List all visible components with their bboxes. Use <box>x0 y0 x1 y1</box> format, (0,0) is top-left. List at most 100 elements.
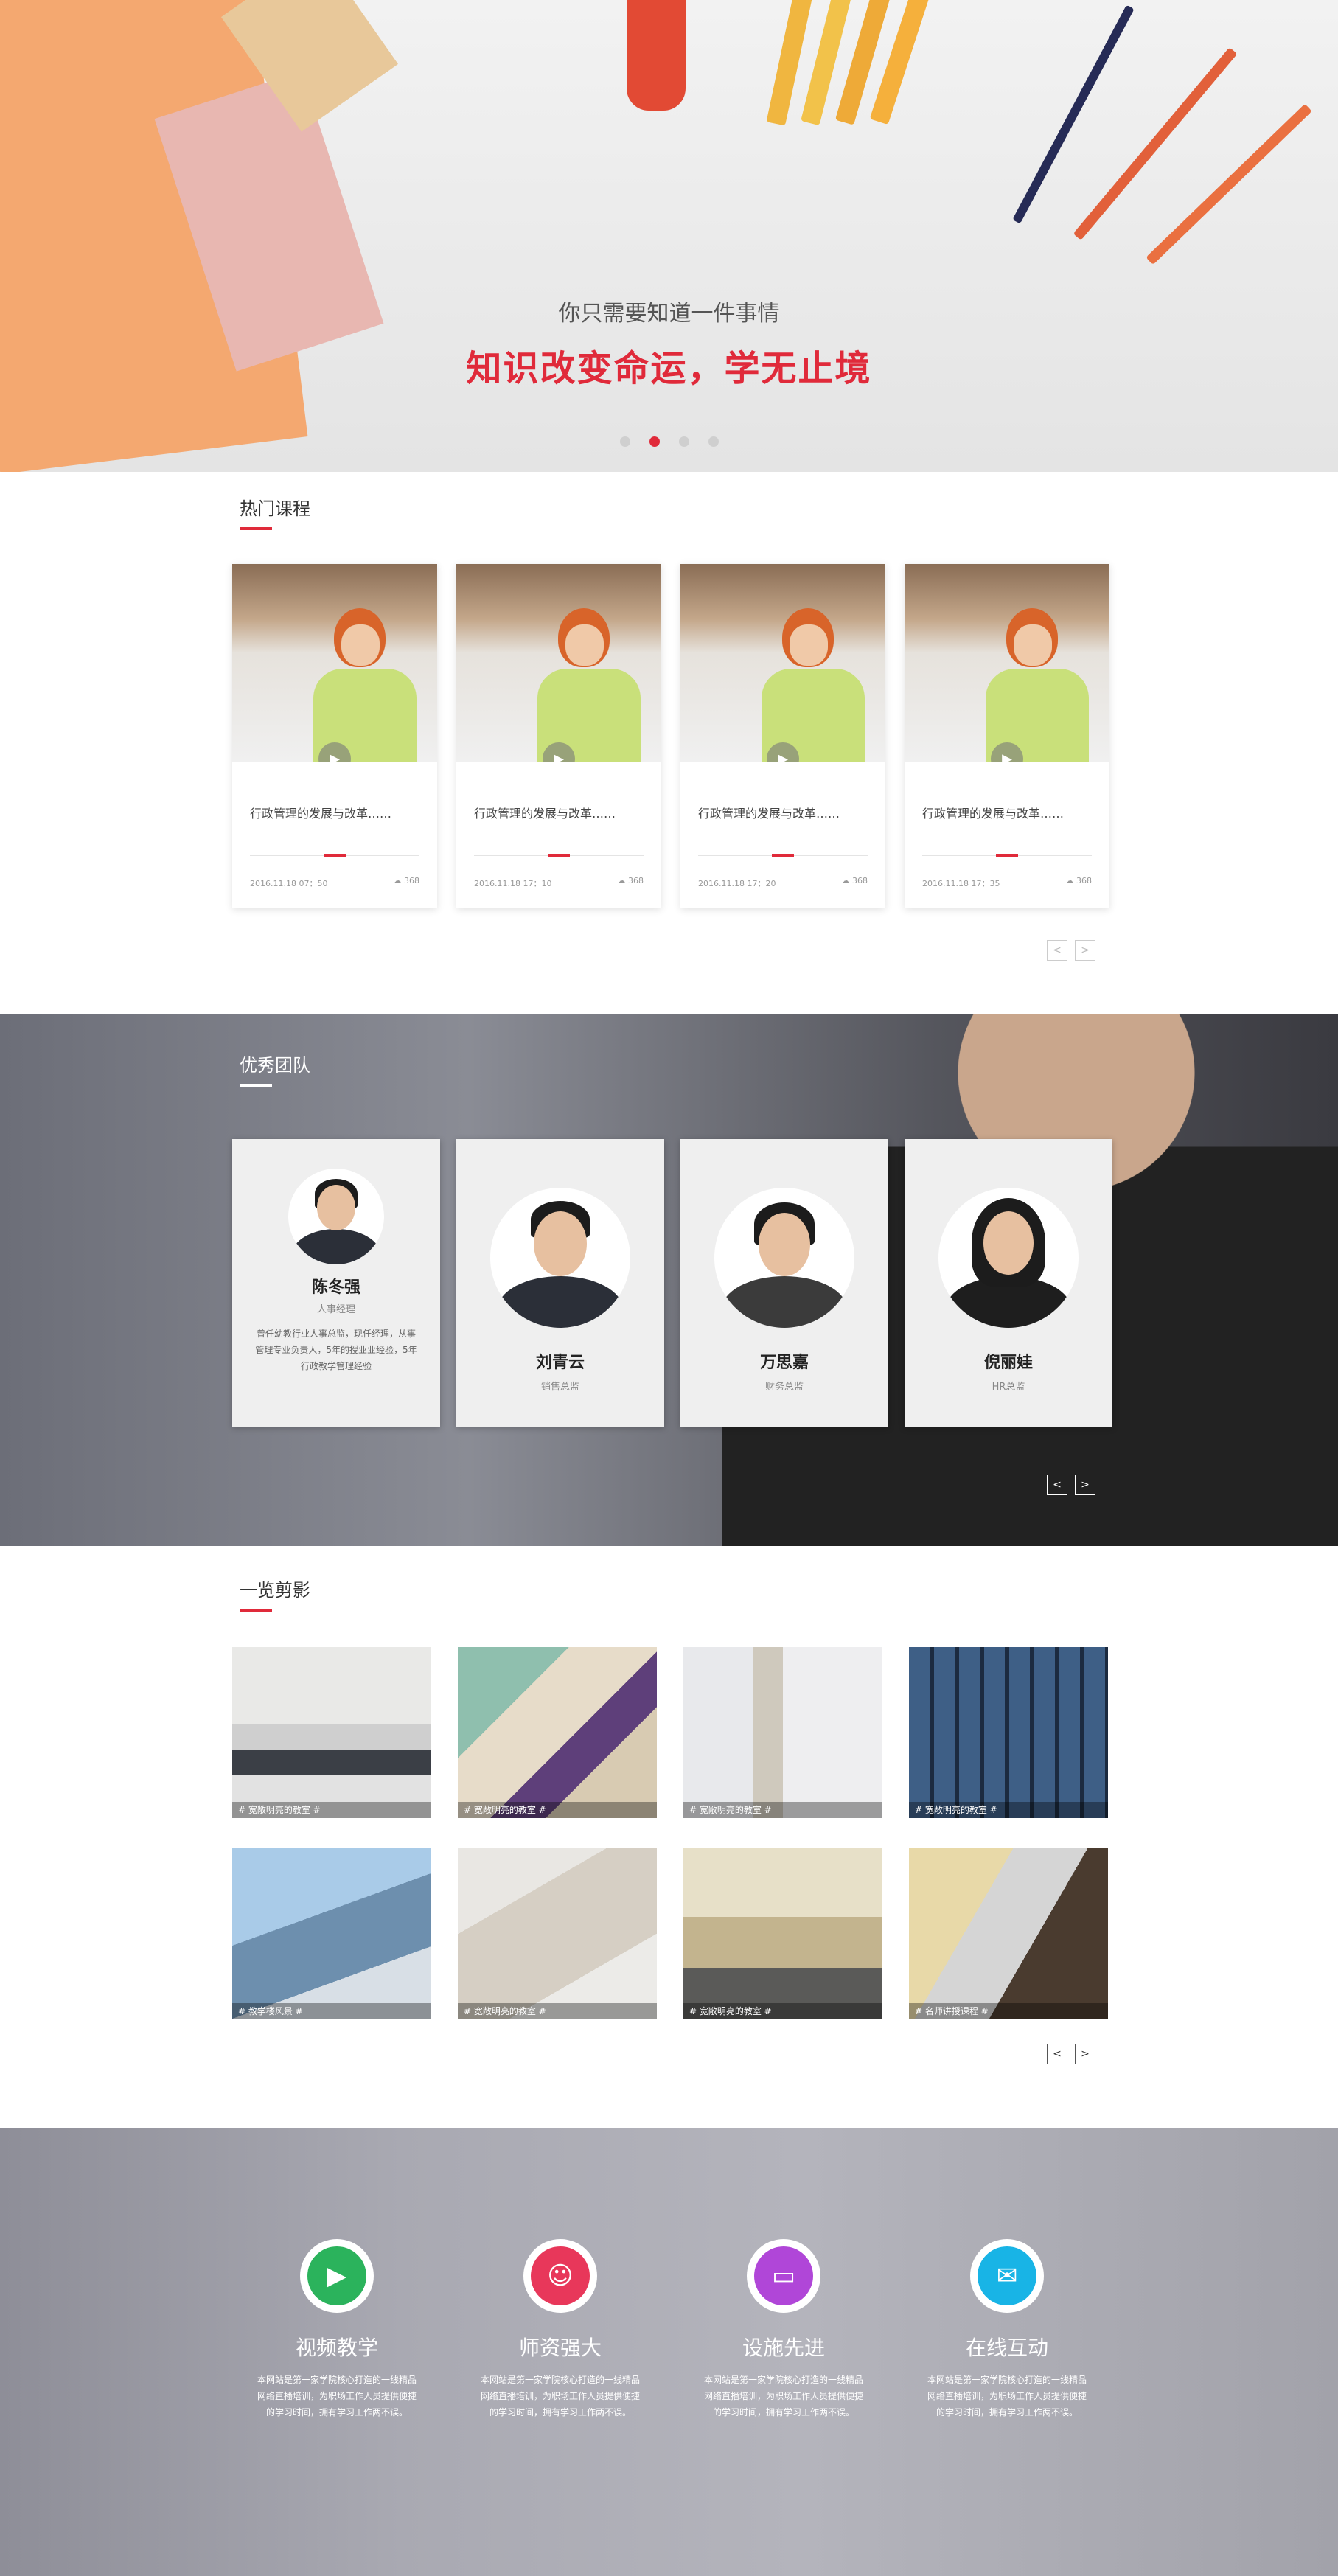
section-title-text: 优秀团队 <box>240 1055 310 1076</box>
section-title: 一览剪影 <box>240 1576 310 1612</box>
team-section: 优秀团队 陈冬强 人事经理 曾任幼教行业人事总监，现任经理，从事管理专业负责人，… <box>0 1014 1338 1546</box>
view-count: ☁ 368 <box>617 876 644 885</box>
feature-title: 视频教学 <box>295 2336 378 2360</box>
course-thumbnail: ▶ <box>456 564 661 762</box>
prev-button[interactable]: < <box>1047 2044 1067 2064</box>
section-title: 热门课程 <box>240 494 310 530</box>
course-title[interactable]: 行政管理的发展与改革…… <box>698 804 871 821</box>
section-title-text: 一览剪影 <box>240 1580 310 1601</box>
carousel-dots <box>0 436 1338 447</box>
hero-banner: 你只需要知道一件事情 知识改变命运，学无止境 <box>0 0 1338 472</box>
title-underline <box>240 1084 272 1087</box>
title-underline <box>240 527 272 530</box>
prev-button[interactable]: < <box>1047 1475 1067 1495</box>
avatar <box>490 1188 630 1328</box>
gallery-photo[interactable]: # 宽敞明亮的教室 # <box>909 1647 1108 1818</box>
photo-caption: # 宽敞明亮的教室 # <box>458 2003 657 2019</box>
gallery-section: 一览剪影 # 宽敞明亮的教室 # # 宽敞明亮的教室 # # 宽敞明亮的教室 #… <box>0 1546 1338 2128</box>
member-role: HR总监 <box>992 1382 1025 1393</box>
course-card[interactable]: ▶ 行政管理的发展与改革…… 2016.11.18 07：50 ☁ 368 <box>232 564 437 908</box>
eraser <box>627 0 686 111</box>
feature-item: ▶ 视频教学 本网站是第一家学院核心打造的一线精品网络直播培训，为职场工作人员提… <box>237 2239 436 2460</box>
feature-item: ✉ 在线互动 本网站是第一家学院核心打造的一线精品网络直播培训，为职场工作人员提… <box>907 2239 1107 2460</box>
avatar <box>714 1188 854 1328</box>
course-title[interactable]: 行政管理的发展与改革…… <box>250 804 423 821</box>
next-button[interactable]: > <box>1075 2044 1095 2064</box>
course-pager: < > <box>1047 940 1095 961</box>
member-role: 销售总监 <box>540 1382 579 1393</box>
view-count-value: 368 <box>1076 876 1092 885</box>
gallery-photo[interactable]: # 宽敞明亮的教室 # <box>683 1848 882 2019</box>
feature-title: 设施先进 <box>742 2336 825 2360</box>
view-count-value: 368 <box>404 876 419 885</box>
course-thumbnail: ▶ <box>680 564 885 762</box>
member-name: 陈冬强 <box>311 1278 360 1297</box>
view-count: ☁ 368 <box>841 876 868 885</box>
member-name: 万思嘉 <box>759 1354 809 1372</box>
divider <box>250 854 419 857</box>
gallery-photo[interactable]: # 教学楼风景 # <box>232 1848 431 2019</box>
divider <box>474 854 644 857</box>
monitor-icon: ▭ <box>754 2246 813 2305</box>
photo-caption: # 宽敞明亮的教室 # <box>683 2003 882 2019</box>
carousel-dot[interactable] <box>678 436 689 447</box>
view-count-value: 368 <box>628 876 644 885</box>
view-count-value: 368 <box>852 876 868 885</box>
gallery-pager: < > <box>1047 2044 1095 2064</box>
course-thumbnail: ▶ <box>232 564 437 762</box>
feature-title: 师资强大 <box>518 2336 602 2360</box>
course-card[interactable]: ▶ 行政管理的发展与改革…… 2016.11.18 17：35 ☁ 368 <box>905 564 1109 908</box>
section-title: 优秀团队 <box>240 1051 310 1087</box>
teacher-icon: ☺ <box>531 2246 590 2305</box>
hero-title: 知识改变命运，学无止境 <box>466 348 872 389</box>
team-pager: < > <box>1047 1475 1095 1495</box>
photo-caption: # 教学楼风景 # <box>232 2003 431 2019</box>
member-name: 倪丽娃 <box>983 1354 1033 1372</box>
course-thumbnail: ▶ <box>905 564 1109 762</box>
team-member-card[interactable]: 倪丽娃 HR总监 <box>905 1139 1112 1427</box>
feature-description: 本网站是第一家学院核心打造的一线精品网络直播培训，为职场工作人员提供便捷的学习时… <box>703 2375 863 2417</box>
prev-button[interactable]: < <box>1047 940 1067 961</box>
next-button[interactable]: > <box>1075 1475 1095 1495</box>
avatar <box>288 1169 384 1264</box>
course-card[interactable]: ▶ 行政管理的发展与改革…… 2016.11.18 17：10 ☁ 368 <box>456 564 661 908</box>
view-count: ☁ 368 <box>393 876 420 885</box>
gallery-photo[interactable]: # 宽敞明亮的教室 # <box>232 1647 431 1818</box>
popular-courses-section: 热门课程 ▶ 行政管理的发展与改革…… 2016.11.18 07：50 ☁ 3… <box>0 472 1338 1014</box>
gallery-photo[interactable]: # 宽敞明亮的教室 # <box>683 1647 882 1818</box>
course-date: 2016.11.18 17：35 <box>922 879 1000 888</box>
member-role: 财务总监 <box>764 1382 804 1393</box>
features-section: ▶ 视频教学 本网站是第一家学院核心打造的一线精品网络直播培训，为职场工作人员提… <box>0 2128 1338 2576</box>
team-member-card[interactable]: 刘青云 销售总监 <box>456 1139 664 1427</box>
feature-item: ▭ 设施先进 本网站是第一家学院核心打造的一线精品网络直播培训，为职场工作人员提… <box>684 2239 883 2460</box>
photo-caption: # 名师讲授课程 # <box>909 2003 1108 2019</box>
gallery-photo[interactable]: # 宽敞明亮的教室 # <box>458 1848 657 2019</box>
course-title[interactable]: 行政管理的发展与改革…… <box>474 804 647 821</box>
gallery-photo[interactable]: # 宽敞明亮的教室 # <box>458 1647 657 1818</box>
avatar <box>938 1188 1079 1328</box>
section-title-text: 热门课程 <box>240 498 310 519</box>
gallery-photo[interactable]: # 名师讲授课程 # <box>909 1848 1108 2019</box>
team-member-card[interactable]: 万思嘉 财务总监 <box>680 1139 888 1427</box>
divider <box>698 854 868 857</box>
feature-description: 本网站是第一家学院核心打造的一线精品网络直播培训，为职场工作人员提供便捷的学习时… <box>927 2375 1087 2417</box>
divider <box>922 854 1092 857</box>
photo-caption: # 宽敞明亮的教室 # <box>232 1802 431 1818</box>
course-title[interactable]: 行政管理的发展与改革…… <box>922 804 1095 821</box>
feature-description: 本网站是第一家学院核心打造的一线精品网络直播培训，为职场工作人员提供便捷的学习时… <box>257 2375 417 2417</box>
view-count: ☁ 368 <box>1065 876 1093 885</box>
course-date: 2016.11.18 17：10 <box>474 879 552 888</box>
chat-icon: ✉ <box>978 2246 1036 2305</box>
carousel-dot[interactable] <box>708 436 719 447</box>
carousel-dot-active[interactable] <box>649 436 660 447</box>
course-card[interactable]: ▶ 行政管理的发展与改革…… 2016.11.18 17：20 ☁ 368 <box>680 564 885 908</box>
title-underline <box>240 1609 272 1612</box>
feature-description: 本网站是第一家学院核心打造的一线精品网络直播培训，为职场工作人员提供便捷的学习时… <box>480 2375 640 2417</box>
team-member-card[interactable]: 陈冬强 人事经理 曾任幼教行业人事总监，现任经理，从事管理专业负责人，5年的授业… <box>232 1139 440 1427</box>
photo-caption: # 宽敞明亮的教室 # <box>909 1802 1108 1818</box>
member-description: 曾任幼教行业人事总监，现任经理，从事管理专业负责人，5年的授业业经验，5年行政教… <box>255 1329 417 1371</box>
hero-subtitle: 你只需要知道一件事情 <box>558 301 780 327</box>
next-button[interactable]: > <box>1075 940 1095 961</box>
member-role: 人事经理 <box>316 1304 355 1315</box>
carousel-dot[interactable] <box>619 436 630 447</box>
